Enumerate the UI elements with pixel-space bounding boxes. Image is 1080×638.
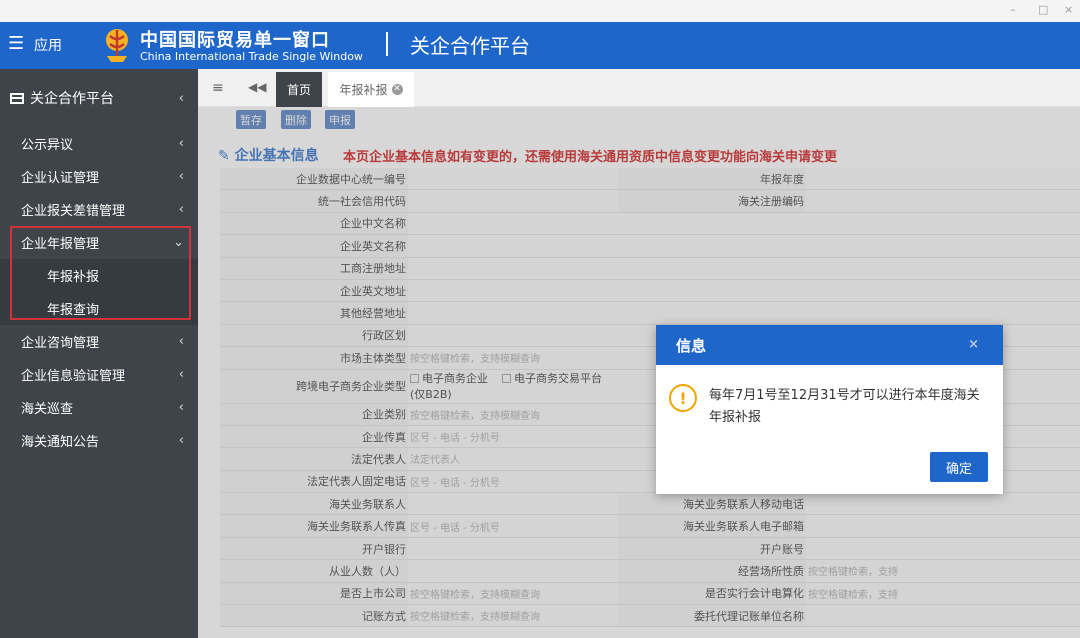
chevron-left-icon: ‹ xyxy=(178,90,184,106)
tab-label: 年报补报 xyxy=(339,83,388,97)
chevron-left-icon: ‹ xyxy=(178,433,184,448)
sidebar: 关企合作平台 ‹ 公示异议 ‹ 企业认证管理 ‹ 企业报关差错管理 ‹ 企业年报… xyxy=(0,69,198,638)
sidebar-item-label: 海关通知公告 xyxy=(21,435,100,450)
chevron-left-icon: ‹ xyxy=(178,136,184,151)
info-dialog: 信息 × ! 每年7月1号至12月31号才可以进行本年度海关年报补报 确定 xyxy=(656,325,1003,494)
close-tab-icon[interactable]: ✕ xyxy=(391,84,403,95)
sidebar-item-label: 企业认证管理 xyxy=(21,171,100,186)
sidebar-header[interactable]: 关企合作平台 ‹ xyxy=(0,69,198,127)
sidebar-item-public-objection[interactable]: 公示异议 ‹ xyxy=(0,127,198,160)
tab-bar: ≡ ◀◀ 首页 年报补报 ✕ xyxy=(198,69,1080,107)
dialog-header: 信息 × xyxy=(656,325,1003,365)
tab-home[interactable]: 首页 xyxy=(276,72,322,107)
apps-menu-label[interactable]: 应用 xyxy=(34,35,62,55)
close-icon[interactable]: × xyxy=(968,337,979,352)
sidebar-item-notices[interactable]: 海关通知公告 ‹ xyxy=(0,424,198,457)
customs-emblem-logo xyxy=(106,29,128,62)
chevron-left-icon: ‹ xyxy=(178,400,184,415)
maximize-button[interactable]: □ xyxy=(1038,3,1048,16)
hamburger-menu-icon[interactable]: ☰ xyxy=(8,33,24,54)
sidebar-title: 关企合作平台 xyxy=(30,91,114,107)
dialog-message: 每年7月1号至12月31号才可以进行本年度海关年报补报 xyxy=(709,388,980,425)
brand-name-en: China International Trade Single Window xyxy=(140,50,363,63)
window-titlebar: – □ × xyxy=(0,0,1080,22)
sidebar-item-label: 公示异议 xyxy=(21,138,74,153)
brand-name-cn: 中国国际贸易单一窗口 xyxy=(140,30,330,51)
sidebar-item-consulting[interactable]: 企业咨询管理 ‹ xyxy=(0,325,198,358)
chevron-left-icon: ‹ xyxy=(178,334,184,349)
tab-menu-icon[interactable]: ≡ xyxy=(212,80,224,96)
tab-scroll-left-icon[interactable]: ◀◀ xyxy=(248,80,266,94)
chevron-left-icon: ‹ xyxy=(178,202,184,217)
top-header: ☰ 应用 中国国际贸易单一窗口 China International Trad… xyxy=(0,22,1080,69)
chevron-left-icon: ‹ xyxy=(178,169,184,184)
platform-title: 关企合作平台 xyxy=(410,34,530,58)
sidebar-item-certification[interactable]: 企业认证管理 ‹ xyxy=(0,160,198,193)
chevron-left-icon: ‹ xyxy=(178,367,184,382)
sidebar-item-label: 企业信息验证管理 xyxy=(21,369,126,384)
sidebar-item-label: 企业咨询管理 xyxy=(21,336,100,351)
sidebar-item-info-verification[interactable]: 企业信息验证管理 ‹ xyxy=(0,358,198,391)
close-window-button[interactable]: × xyxy=(1064,3,1073,16)
warning-icon: ! xyxy=(669,384,697,412)
sidebar-item-label: 企业报关差错管理 xyxy=(21,204,126,219)
platform-icon xyxy=(10,92,24,104)
sidebar-item-declaration-errors[interactable]: 企业报关差错管理 ‹ xyxy=(0,193,198,226)
annotation-highlight-box xyxy=(10,226,191,320)
sidebar-item-label: 海关巡查 xyxy=(21,402,74,417)
header-divider xyxy=(386,32,388,56)
dialog-title: 信息 xyxy=(676,336,707,355)
sidebar-item-customs-inspection[interactable]: 海关巡查 ‹ xyxy=(0,391,198,424)
tab-annual-supplement[interactable]: 年报补报 ✕ xyxy=(328,72,414,107)
confirm-button[interactable]: 确定 xyxy=(930,452,988,482)
minimize-button[interactable]: – xyxy=(1010,3,1016,16)
